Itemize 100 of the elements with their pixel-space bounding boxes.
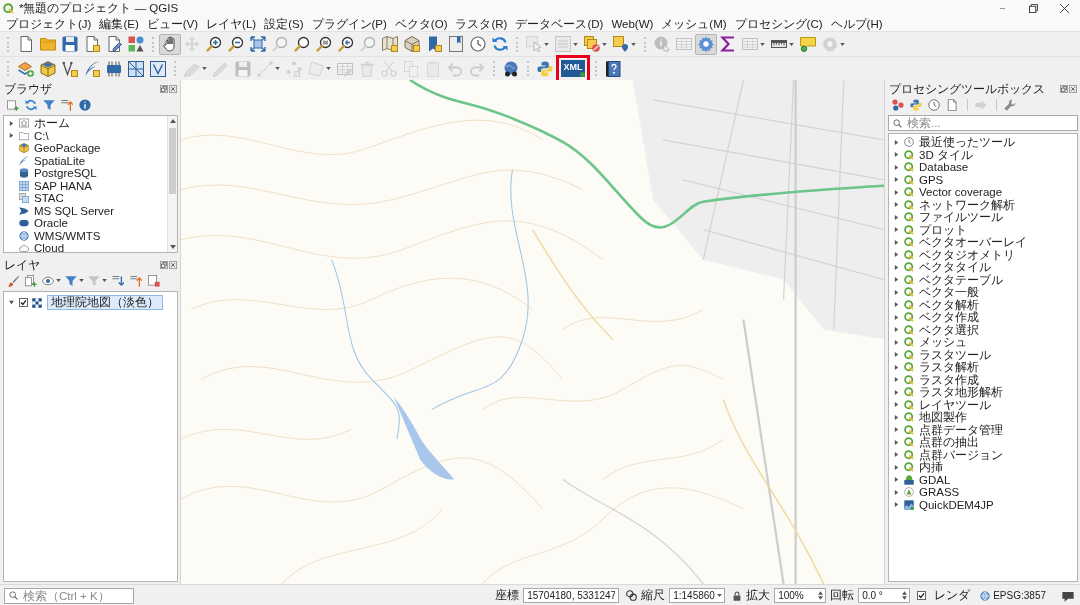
search-field[interactable]: 検索... bbox=[888, 115, 1078, 131]
caret-icon[interactable] bbox=[894, 227, 899, 233]
tree-item[interactable]: ラスタ作成 bbox=[919, 373, 979, 386]
menu-item[interactable]: プラグイン(P) bbox=[307, 17, 391, 31]
rings-icon[interactable] bbox=[626, 590, 638, 601]
caret-icon[interactable] bbox=[894, 202, 899, 208]
down-arrow-icon[interactable] bbox=[169, 245, 176, 249]
menu-item[interactable]: 設定(S) bbox=[260, 17, 308, 31]
caret-icon[interactable] bbox=[9, 300, 14, 305]
menu-item[interactable]: Web(W) bbox=[607, 17, 658, 31]
tree-item[interactable]: ベクタ一般 bbox=[919, 286, 979, 299]
tool-button[interactable] bbox=[890, 96, 906, 113]
search-field[interactable]: 検索（Ctrl + K） bbox=[4, 587, 134, 604]
tree-item[interactable]: 内挿 bbox=[919, 461, 943, 474]
tree-item[interactable]: レイヤツール bbox=[919, 398, 991, 411]
tree-item[interactable]: ベクタ作成 bbox=[919, 311, 979, 324]
caret-icon[interactable] bbox=[894, 164, 899, 170]
tree-item[interactable]: 点群データ管理 bbox=[919, 423, 1003, 436]
tree-item[interactable]: GPS bbox=[919, 173, 944, 186]
tree-item[interactable]: ネットワーク解析 bbox=[919, 198, 1015, 211]
caret-icon[interactable] bbox=[894, 389, 899, 395]
layer-item[interactable]: 地理院地図（淡色） bbox=[47, 295, 163, 310]
caret-icon[interactable] bbox=[894, 314, 899, 320]
caret-icon[interactable] bbox=[894, 214, 899, 220]
tree-item[interactable]: ベクタ解析 bbox=[919, 298, 979, 311]
restore-icon[interactable] bbox=[160, 85, 168, 93]
caret-icon[interactable] bbox=[894, 427, 899, 433]
caret-icon[interactable] bbox=[894, 414, 899, 420]
tree-item[interactable]: SAP HANA bbox=[34, 179, 92, 192]
lock-icon[interactable] bbox=[732, 590, 743, 601]
rotation-spinbox[interactable]: 0.0 ° bbox=[858, 588, 911, 603]
caret-icon[interactable] bbox=[894, 302, 899, 308]
menu-item[interactable]: ベクタ(O) bbox=[390, 17, 452, 31]
menu-item[interactable]: プロジェクト(J) bbox=[2, 17, 96, 31]
caret-icon[interactable] bbox=[894, 489, 899, 495]
tree-item[interactable]: WMS/WMTS bbox=[34, 229, 101, 242]
caret-icon[interactable] bbox=[894, 402, 899, 408]
restore-icon[interactable] bbox=[1060, 85, 1068, 93]
caret-icon[interactable] bbox=[9, 133, 14, 139]
tree-item[interactable]: GRASS bbox=[919, 486, 960, 499]
caret-icon[interactable] bbox=[894, 152, 899, 158]
up-arrow-icon[interactable] bbox=[169, 119, 176, 123]
menu-item[interactable]: ビュー(V) bbox=[142, 17, 203, 31]
caret-icon[interactable] bbox=[894, 327, 899, 333]
tree-item[interactable]: ベクタタイル bbox=[919, 261, 991, 274]
caret-icon[interactable] bbox=[894, 252, 899, 258]
menu-item[interactable]: 編集(E) bbox=[95, 17, 143, 31]
close-icon[interactable] bbox=[169, 261, 177, 269]
tree-item[interactable]: Database bbox=[919, 161, 969, 174]
caret-icon[interactable] bbox=[894, 289, 899, 295]
caret-icon[interactable] bbox=[894, 377, 899, 383]
close-icon[interactable] bbox=[169, 85, 177, 93]
menu-item[interactable]: ヘルプ(H) bbox=[826, 17, 887, 31]
tree-item[interactable]: ファイルツール bbox=[919, 211, 1003, 224]
tree-item[interactable]: ベクタ選択 bbox=[919, 323, 979, 336]
tree-item[interactable]: ベクタオーバーレイ bbox=[919, 236, 1027, 249]
tree-item[interactable]: ベクタジオメトリ bbox=[919, 248, 1015, 261]
magnifier-spinbox[interactable]: 100% bbox=[774, 588, 827, 603]
tree-item[interactable]: 点群の抽出 bbox=[919, 436, 979, 449]
tree-item[interactable]: QuickDEM4JP bbox=[919, 498, 994, 511]
tree-item[interactable]: メッシュ bbox=[919, 336, 967, 349]
caret-icon[interactable] bbox=[894, 502, 899, 508]
caret-icon[interactable] bbox=[894, 177, 899, 183]
tool-button[interactable] bbox=[908, 96, 924, 113]
caret-icon[interactable] bbox=[894, 439, 899, 445]
tree-item[interactable]: GDAL bbox=[919, 473, 951, 486]
scrollbar[interactable] bbox=[167, 116, 177, 252]
caret-icon[interactable] bbox=[894, 339, 899, 345]
tree-item[interactable]: PostgreSQL bbox=[34, 167, 97, 180]
tree-item[interactable]: Oracle bbox=[34, 217, 68, 230]
tree-item[interactable]: STAC bbox=[34, 192, 64, 205]
tree-item[interactable]: 地図製作 bbox=[919, 411, 967, 424]
tree-item[interactable]: MS SQL Server bbox=[34, 204, 115, 217]
caret-icon[interactable] bbox=[894, 352, 899, 358]
caret-icon[interactable] bbox=[894, 477, 899, 483]
close-icon[interactable] bbox=[1069, 85, 1077, 93]
tree-item[interactable]: SpatiaLite bbox=[34, 154, 86, 167]
menu-item[interactable]: レイヤ(L) bbox=[202, 17, 261, 31]
menu-item[interactable]: メッシュ(M) bbox=[657, 17, 731, 31]
tree-item[interactable]: C:\ bbox=[34, 129, 49, 142]
caret-icon[interactable] bbox=[894, 264, 899, 270]
tool-button[interactable] bbox=[23, 272, 39, 289]
caret-icon[interactable] bbox=[894, 464, 899, 470]
tree-item[interactable]: GeoPackage bbox=[34, 142, 101, 155]
restore-icon[interactable] bbox=[160, 261, 168, 269]
tree-item[interactable]: 点群バージョン bbox=[919, 448, 1003, 461]
scrollbar-thumb[interactable] bbox=[169, 128, 176, 194]
tree-item[interactable]: ベクタテーブル bbox=[919, 273, 1003, 286]
coordinate-field[interactable]: 15704180, 5331247 bbox=[523, 588, 620, 603]
tree-item[interactable]: Vector coverage bbox=[919, 186, 1003, 199]
caret-icon[interactable] bbox=[894, 277, 899, 283]
menu-item[interactable]: プロセシング(C) bbox=[730, 17, 827, 31]
menu-item[interactable]: ラスタ(R) bbox=[451, 17, 512, 31]
caret-icon[interactable] bbox=[894, 364, 899, 370]
tree-item[interactable]: ホーム bbox=[34, 117, 70, 130]
tree-item[interactable]: 3D タイル bbox=[919, 148, 973, 161]
tree-item[interactable]: Cloud bbox=[34, 242, 65, 252]
caret-icon[interactable] bbox=[894, 189, 899, 195]
tree-item[interactable]: 最近使ったツール bbox=[919, 136, 1015, 149]
menu-item[interactable]: データベース(D) bbox=[511, 17, 608, 31]
